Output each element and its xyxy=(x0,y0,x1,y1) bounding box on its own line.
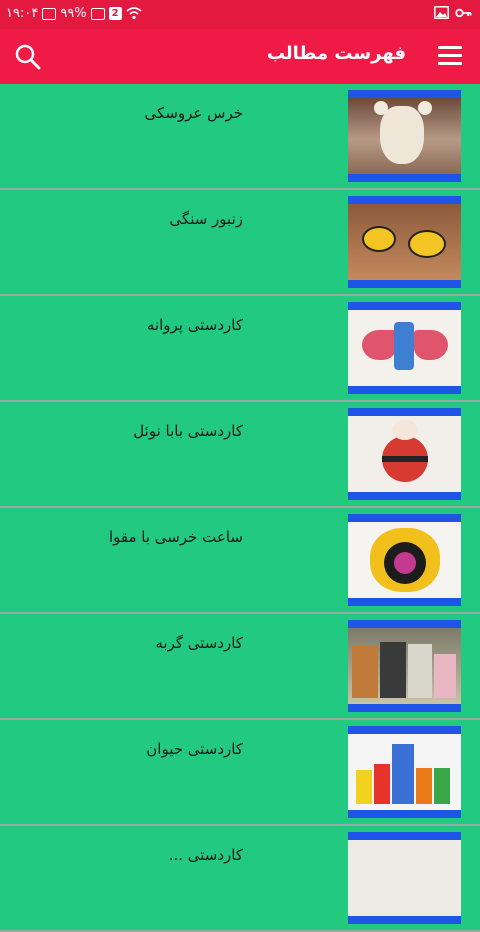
list-item-thumbnail xyxy=(348,196,461,288)
battery-icon xyxy=(42,7,57,20)
status-time: ۱۹:۰۴ xyxy=(6,6,39,21)
status-left: ۱۹:۰۴ ۹۹% 2 xyxy=(6,6,142,21)
list-item[interactable]: زنبور سنگی xyxy=(0,190,480,296)
list-item-thumbnail xyxy=(348,90,461,182)
list-item[interactable]: کاردستی ... xyxy=(0,826,480,932)
list-item-thumbnail xyxy=(348,726,461,818)
battery-percent: ۹۹% xyxy=(60,6,87,21)
app-bar: فهرست مطالب xyxy=(0,29,480,84)
status-right xyxy=(434,6,472,19)
key-icon xyxy=(455,8,472,17)
list-item-thumbnail xyxy=(348,514,461,606)
list-item-title: کاردستی ... xyxy=(168,846,243,864)
list-item-title: کاردستی پروانه xyxy=(146,316,243,334)
image-icon xyxy=(434,6,449,19)
list-item-thumbnail xyxy=(348,620,461,712)
list-item-title: کاردستی بابا نوئل xyxy=(133,422,243,440)
list-item-thumbnail xyxy=(348,832,461,924)
list-item[interactable]: کاردستی پروانه xyxy=(0,296,480,402)
list-item-title: کاردستی حیوان xyxy=(146,740,243,758)
list-item-thumbnail xyxy=(348,408,461,500)
menu-icon[interactable] xyxy=(438,46,462,66)
wifi-icon xyxy=(126,7,142,20)
table-of-contents-list: خرس عروسکی زنبور سنگی کاردستی پروانه کار… xyxy=(0,84,480,932)
signal-icon xyxy=(90,7,105,20)
list-item-title: زنبور سنگی xyxy=(169,210,243,228)
list-item-thumbnail xyxy=(348,302,461,394)
list-item[interactable]: کاردستی بابا نوئل xyxy=(0,402,480,508)
list-item-title: ساعت خرسی با مقوا xyxy=(108,528,243,546)
list-item[interactable]: کاردستی گربه xyxy=(0,614,480,720)
list-item-title: کاردستی گربه xyxy=(155,634,243,652)
list-item[interactable]: خرس عروسکی xyxy=(0,84,480,190)
status-bar: ۱۹:۰۴ ۹۹% 2 xyxy=(0,0,480,29)
notification-count-badge: 2 xyxy=(108,7,122,20)
search-icon[interactable] xyxy=(14,43,42,71)
list-item-title: خرس عروسکی xyxy=(144,104,243,122)
list-item[interactable]: کاردستی حیوان xyxy=(0,720,480,826)
page-title: فهرست مطالب xyxy=(266,43,406,64)
list-item[interactable]: ساعت خرسی با مقوا xyxy=(0,508,480,614)
